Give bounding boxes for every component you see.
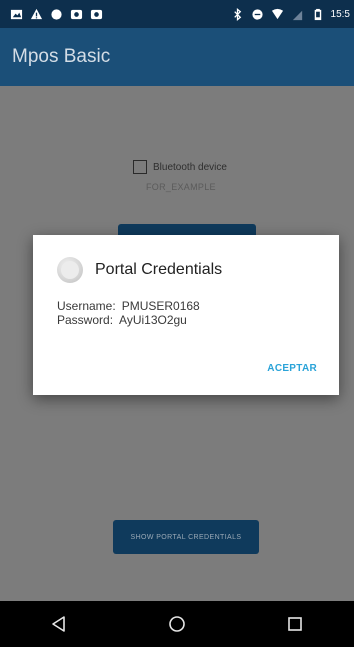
accept-button[interactable]: ACEPTAR xyxy=(267,363,317,374)
alert-icon xyxy=(30,8,43,21)
home-icon xyxy=(169,616,185,632)
bluetooth-checkbox-label: Bluetooth device xyxy=(153,161,227,173)
screen: 15:5 Mpos Basic Bluetooth device FOR_EXA… xyxy=(0,0,354,647)
dialog-body: Username: PMUSER0168 Password: AyUi13O2g… xyxy=(57,299,315,327)
bluetooth-option[interactable]: Bluetooth device xyxy=(133,160,227,174)
data-saver-icon xyxy=(251,8,264,21)
status-clock: 15:5 xyxy=(330,8,350,20)
password-label: Password: xyxy=(57,313,114,327)
username-line: Username: PMUSER0168 xyxy=(57,299,315,313)
password-line: Password: AyUi13O2gu xyxy=(57,313,315,327)
navigation-bar xyxy=(0,601,354,647)
show-portal-credentials-button[interactable]: SHOW PORTAL CREDENTIALS xyxy=(113,520,259,554)
example-text: FOR_EXAMPLE xyxy=(146,182,216,192)
dialog-header: Portal Credentials xyxy=(57,255,315,285)
bluetooth-icon xyxy=(231,7,244,21)
back-icon xyxy=(52,616,65,632)
image-icon xyxy=(90,8,103,21)
bluetooth-checkbox[interactable] xyxy=(133,160,147,174)
gallery-icon xyxy=(10,8,23,21)
status-bar-left xyxy=(10,8,103,21)
record-icon xyxy=(50,8,63,21)
dialog-title: Portal Credentials xyxy=(95,261,223,278)
back-button[interactable] xyxy=(39,604,79,644)
home-button[interactable] xyxy=(157,604,197,644)
sync-icon xyxy=(70,8,83,21)
status-bar: 15:5 xyxy=(0,0,354,28)
wifi-icon xyxy=(271,8,284,21)
battery-icon xyxy=(311,8,324,21)
password-value: AyUi13O2gu xyxy=(119,313,187,327)
info-icon xyxy=(57,257,83,283)
portal-credentials-dialog: Portal Credentials Username: PMUSER0168 … xyxy=(33,235,339,395)
username-label: Username: xyxy=(57,299,116,313)
recents-icon xyxy=(288,617,302,631)
username-value: PMUSER0168 xyxy=(121,299,200,313)
recents-button[interactable] xyxy=(275,604,315,644)
app-bar: Mpos Basic xyxy=(0,28,354,86)
app-title: Mpos Basic xyxy=(12,46,111,67)
status-bar-right: 15:5 xyxy=(231,7,350,21)
signal-icon xyxy=(291,8,304,21)
